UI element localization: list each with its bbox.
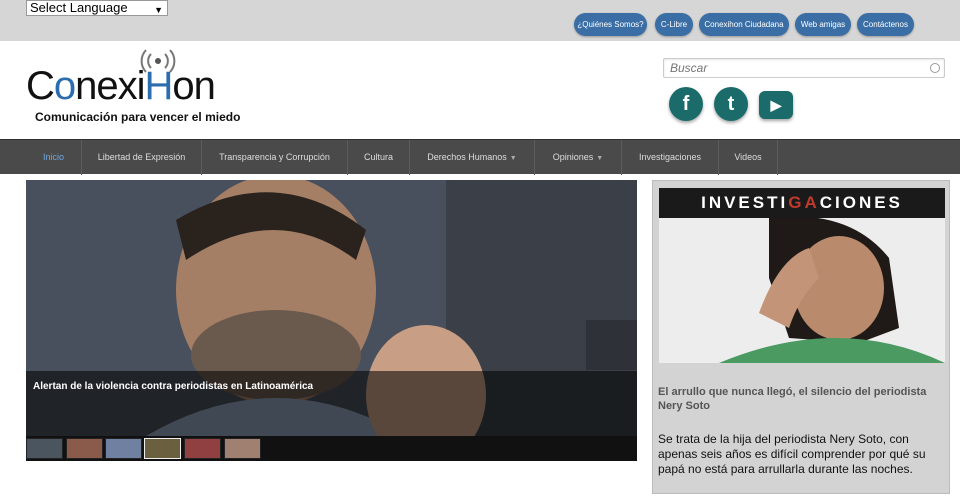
top-link-contactenos[interactable]: Contáctenos	[857, 13, 914, 36]
top-link-web-amigas[interactable]: Web amigas	[795, 13, 851, 36]
logo-part: C	[26, 64, 55, 108]
nav-label: Inicio	[42, 152, 64, 162]
slider-thumbnail[interactable]	[26, 438, 63, 459]
twitter-icon[interactable]: t	[714, 87, 748, 121]
nav-label: Transparencia y Corrupción	[219, 152, 330, 162]
featured-slider: Alertan de la violencia contra periodist…	[26, 180, 637, 461]
nav-label: Opiniones	[552, 152, 594, 162]
nav-item-transparencia[interactable]: Transparencia y Corrupción	[202, 140, 348, 175]
top-link-c-libre[interactable]: C-Libre	[655, 13, 693, 36]
nav-label: Investigaciones	[638, 152, 702, 162]
nav-item-libertad-de-expresion[interactable]: Libertad de Expresión	[82, 140, 202, 175]
nav-item-opiniones[interactable]: Opiniones ▼	[535, 140, 622, 175]
nav-item-investigaciones[interactable]: Investigaciones	[622, 140, 719, 175]
investigaciones-widget: INVESTIGACIONES El arrullo que nunca lle…	[652, 180, 950, 494]
logo-wordmark: ConexiHon	[26, 64, 216, 109]
caret-down-icon: ▼	[509, 155, 517, 162]
site-tagline: Comunicación para vencer el miedo	[35, 110, 241, 124]
article-excerpt: Se trata de la hija del periodista Nery …	[658, 432, 926, 476]
nav-item-cultura[interactable]: Cultura	[348, 140, 410, 175]
facebook-icon[interactable]: f	[669, 87, 703, 121]
top-link-conexihon-ciudadana[interactable]: Conexihon Ciudadana	[699, 13, 789, 36]
search-icon[interactable]	[930, 63, 940, 73]
banner-text-highlight: GA	[788, 193, 820, 212]
main-nav: Inicio Libertad de Expresión Transparenc…	[0, 139, 960, 175]
youtube-icon[interactable]: ▶	[759, 91, 793, 119]
banner-text: CIONES	[819, 193, 903, 212]
nav-item-derechos-humanos[interactable]: Derechos Humanos ▼	[410, 140, 535, 175]
logo-part: H	[144, 64, 174, 108]
language-select-label: Select Language	[30, 0, 128, 15]
language-select[interactable]: Select Language ▼	[26, 0, 168, 16]
slide-caption[interactable]: Alertan de la violencia contra periodist…	[33, 381, 313, 392]
site-logo[interactable]: ConexiHon Comunicación para vencer el mi…	[26, 46, 240, 126]
article-image[interactable]	[659, 218, 945, 363]
logo-part: on	[172, 64, 215, 108]
investigaciones-banner[interactable]: INVESTIGACIONES	[659, 188, 945, 218]
search-box[interactable]	[663, 58, 945, 78]
logo-part: o	[53, 64, 76, 108]
slider-thumbnail[interactable]	[224, 438, 261, 459]
slider-thumbnail[interactable]	[105, 438, 142, 459]
top-bar: Select Language ▼ ¿Quiénes Somos? C-Libr…	[0, 0, 960, 41]
article-photo-placeholder	[659, 218, 945, 363]
nav-label: Derechos Humanos	[427, 152, 507, 162]
nav-item-inicio[interactable]: Inicio	[26, 140, 82, 175]
logo-part: nexi	[75, 64, 145, 108]
nav-label: Videos	[734, 152, 762, 162]
dropdown-arrow-icon: ▼	[154, 5, 163, 15]
article-title[interactable]: El arrullo que nunca llegó, el silencio …	[658, 385, 943, 413]
slider-thumbnail[interactable]	[66, 438, 103, 459]
search-input[interactable]	[664, 59, 914, 77]
top-link-quienes-somos[interactable]: ¿Quiénes Somos?	[574, 13, 647, 36]
slider-thumbnail[interactable]	[184, 438, 221, 459]
nav-item-videos[interactable]: Videos	[719, 140, 778, 175]
banner-text: INVESTI	[701, 193, 789, 212]
slider-thumbnail[interactable]	[144, 438, 181, 459]
nav-label: Cultura	[363, 152, 393, 162]
caret-down-icon: ▼	[596, 155, 604, 162]
nav-label: Libertad de Expresión	[97, 152, 186, 162]
